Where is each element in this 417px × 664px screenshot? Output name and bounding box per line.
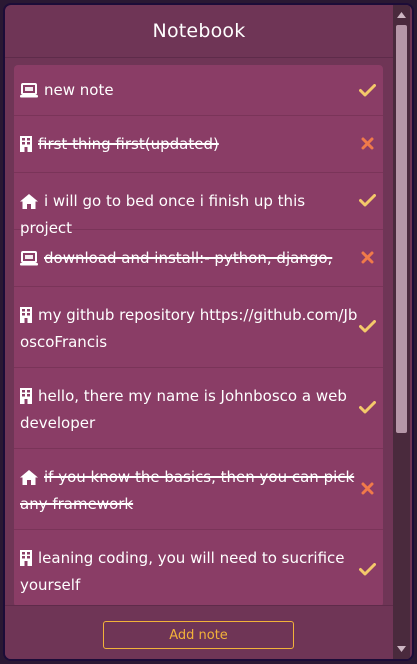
note-item[interactable]: leaning coding, you will need to sucrifi…	[14, 529, 383, 607]
page-title: Notebook	[152, 20, 246, 42]
laptop-icon	[20, 249, 38, 273]
note-text: hello, there my name is Johnbosco a web …	[20, 384, 358, 435]
note-item[interactable]: if you know the basics, then you can pic…	[14, 448, 383, 530]
cross-icon[interactable]	[357, 248, 377, 268]
note-text: new note	[20, 78, 358, 105]
check-icon[interactable]	[357, 80, 377, 100]
note-item[interactable]: i will go to bed once i finish up this p…	[14, 172, 383, 237]
note-label: download and install:- python, django,	[44, 248, 333, 267]
note-item[interactable]: new note	[14, 65, 383, 116]
check-icon[interactable]	[357, 317, 377, 337]
note-text: first thing first(updated)	[20, 132, 358, 159]
footer: Add note	[5, 605, 393, 659]
note-label: leaning coding, you will need to sucrifi…	[20, 548, 345, 594]
scroll-up-icon[interactable]	[393, 7, 410, 23]
building-icon	[20, 549, 32, 573]
note-text: leaning coding, you will need to sucrifi…	[20, 546, 358, 597]
note-label: my github repository https://github.com/…	[20, 305, 358, 351]
home-icon	[20, 192, 38, 216]
note-label: new note	[44, 81, 114, 99]
note-item[interactable]: first thing first(updated)	[14, 115, 383, 173]
note-item[interactable]: hello, there my name is Johnbosco a web …	[14, 367, 383, 449]
note-label: if you know the basics, then you can pic…	[20, 467, 355, 513]
check-icon[interactable]	[357, 560, 377, 580]
notebook-window: Notebook new note first thing first(updat…	[3, 3, 414, 661]
note-label: first thing first(updated)	[38, 134, 219, 153]
building-icon	[20, 387, 32, 411]
cross-icon[interactable]	[357, 479, 377, 499]
scrollbar-thumb[interactable]	[396, 25, 407, 433]
note-label: hello, there my name is Johnbosco a web …	[20, 386, 347, 432]
note-list: new note first thing first(updated) i will…	[14, 65, 383, 607]
note-item[interactable]: my github repository https://github.com/…	[14, 286, 383, 368]
scrollbar[interactable]	[393, 5, 410, 659]
note-item[interactable]: download and install:- python, django,	[14, 229, 383, 287]
note-text: if you know the basics, then you can pic…	[20, 465, 358, 516]
check-icon[interactable]	[357, 191, 377, 211]
building-icon	[20, 135, 32, 159]
building-icon	[20, 306, 32, 330]
cross-icon[interactable]	[357, 134, 377, 154]
note-text: my github repository https://github.com/…	[20, 303, 358, 354]
check-icon[interactable]	[357, 398, 377, 418]
scroll-down-icon[interactable]	[393, 641, 410, 657]
header: Notebook	[5, 5, 393, 58]
note-text: download and install:- python, django,	[20, 246, 358, 273]
add-note-button[interactable]: Add note	[103, 621, 294, 649]
home-icon	[20, 468, 38, 492]
laptop-icon	[20, 81, 38, 105]
